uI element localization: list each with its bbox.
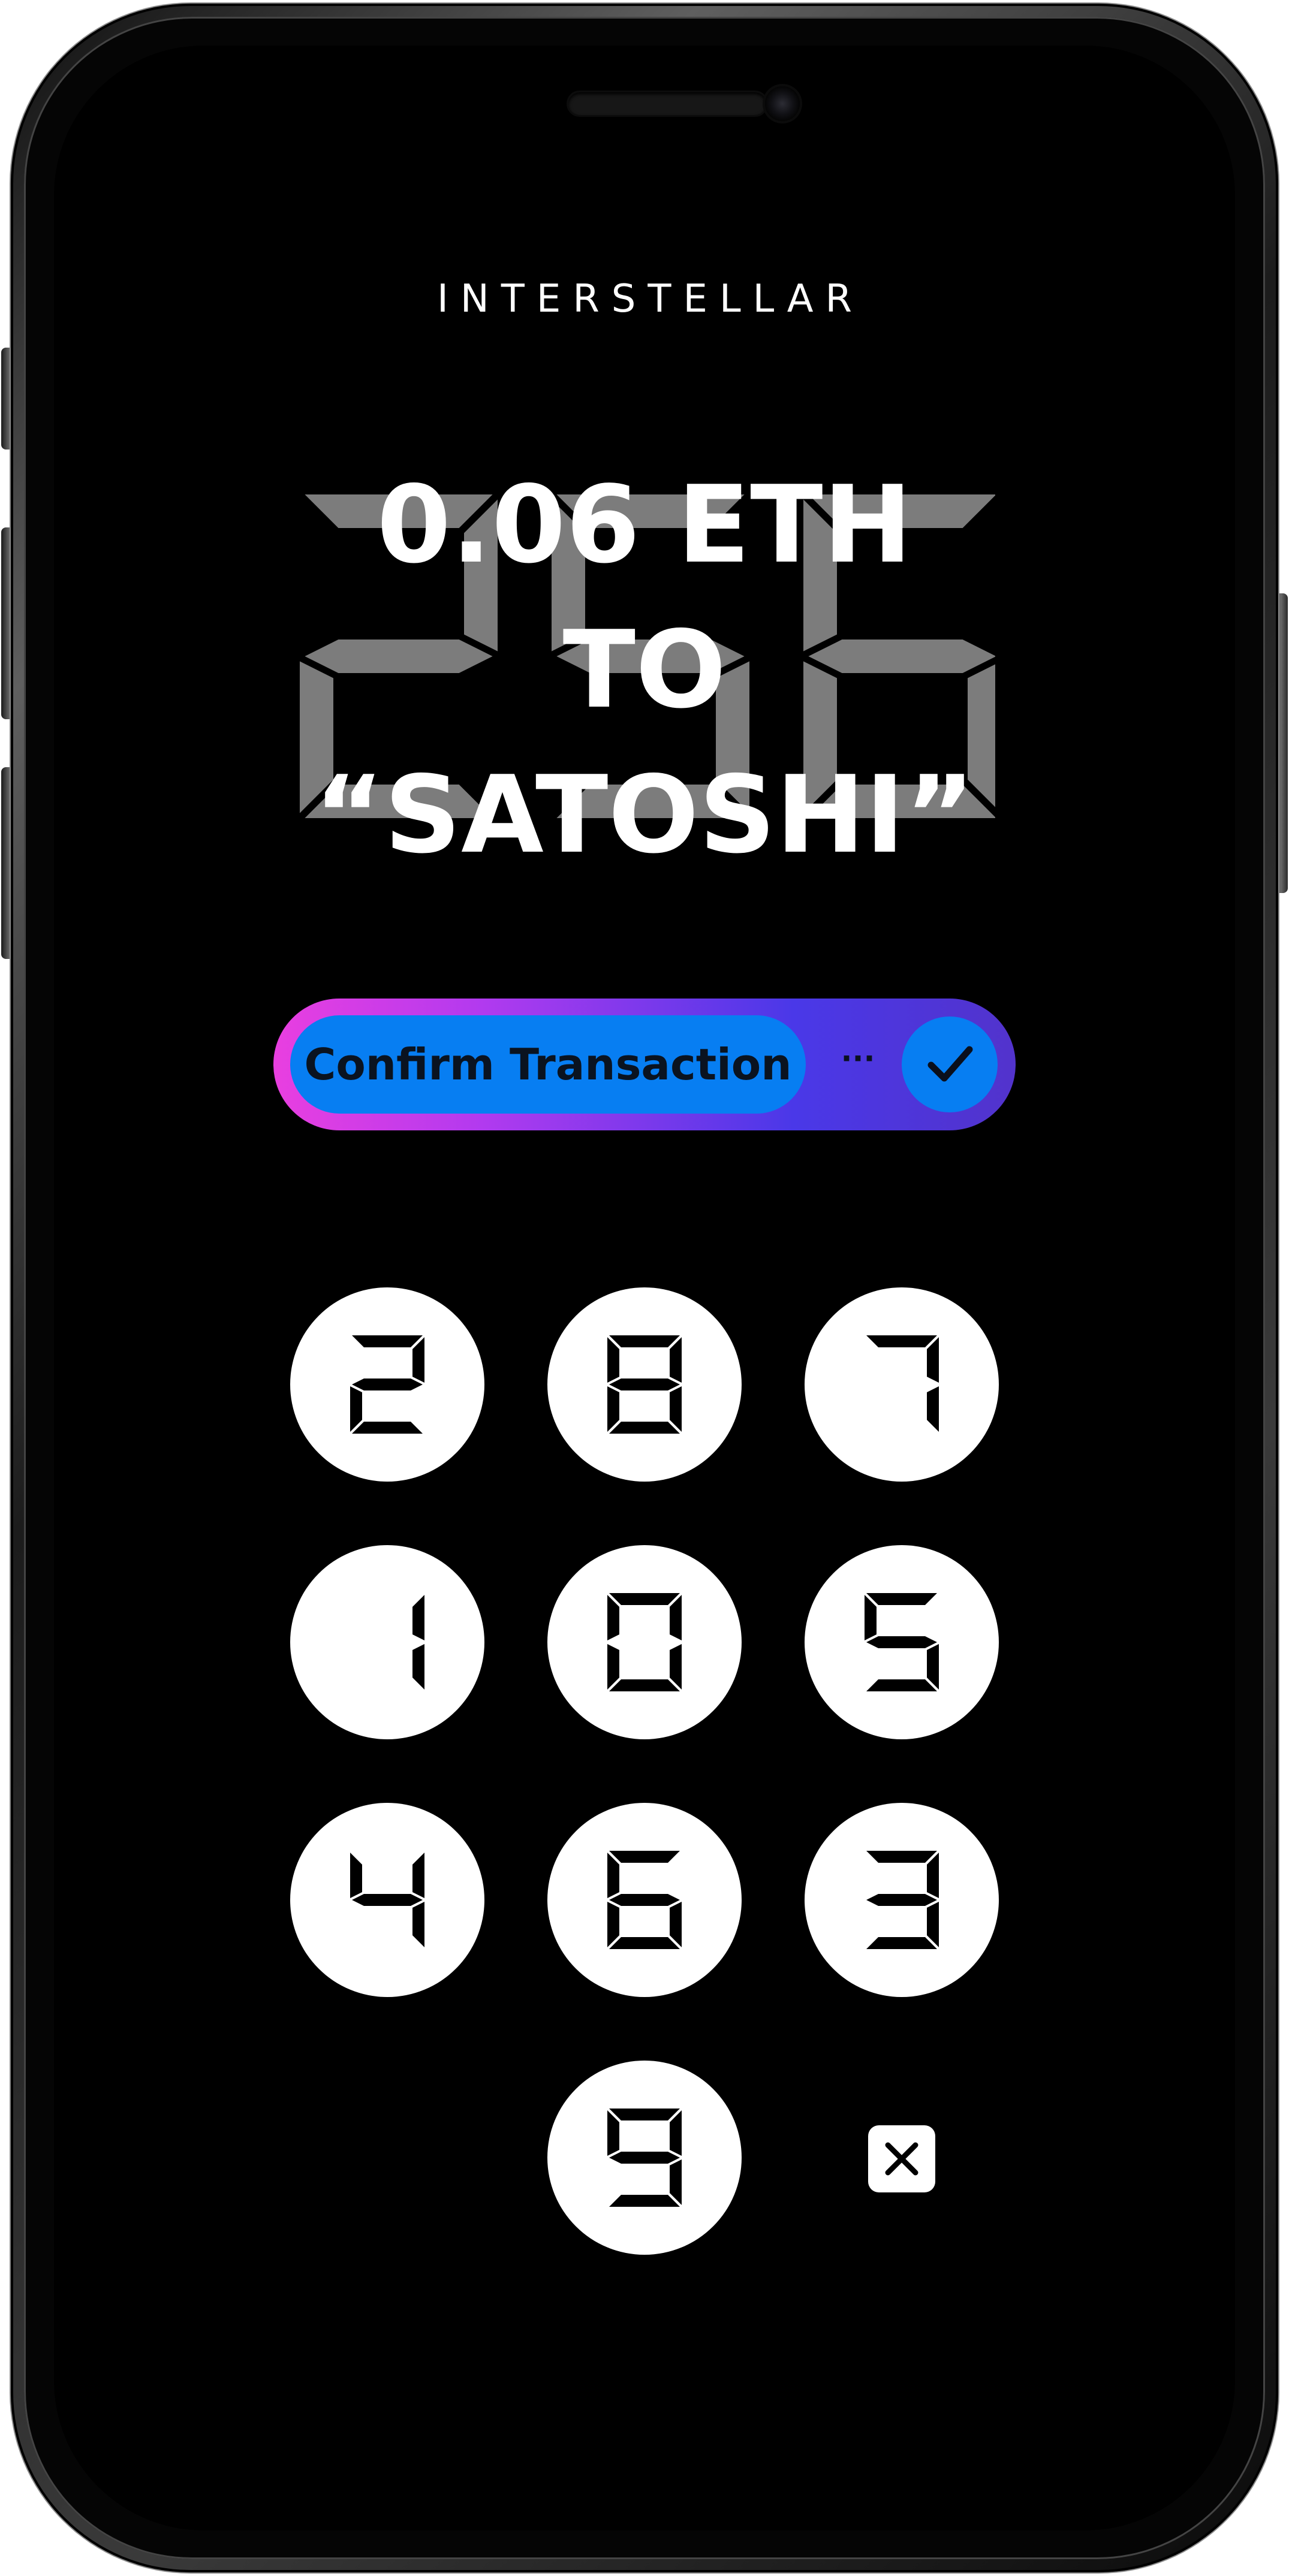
keypad-key-9[interactable]	[547, 2061, 742, 2255]
digit-segment-b	[412, 1337, 424, 1383]
digit-segment-e	[607, 1644, 619, 1690]
keypad-key-8[interactable]	[547, 1287, 742, 1482]
digit-segment-a	[866, 1335, 937, 1347]
keypad-key-1[interactable]	[290, 1545, 484, 1739]
keypad-digit-7	[866, 1335, 939, 1432]
digit-segment-c	[412, 1902, 424, 1947]
digit-segment-b	[927, 1337, 939, 1383]
confirm-check-button[interactable]	[902, 1016, 998, 1112]
digit-segment-a	[866, 1851, 937, 1863]
keypad-key-7[interactable]	[805, 1287, 999, 1482]
app-brand: INTERSTELLAR	[437, 277, 864, 321]
digit-segment-c	[927, 1902, 939, 1947]
digit-segment-b	[412, 1595, 424, 1640]
keypad-key-0[interactable]	[547, 1545, 742, 1739]
digit-segment-f	[607, 1853, 619, 1898]
transaction-recipient: “SATOSHI”	[314, 753, 975, 877]
digit-segment-c	[927, 1386, 939, 1432]
delete-x-icon	[885, 2142, 918, 2176]
digit-segment-b	[927, 1853, 939, 1898]
keypad-digit-5	[865, 1593, 939, 1691]
digit-segment-b	[670, 1337, 682, 1383]
keypad-key-4[interactable]	[290, 1803, 484, 1997]
keypad-digit-3	[866, 1851, 939, 1949]
digit-segment-f	[607, 2110, 619, 2156]
digit-segment-g	[352, 1379, 423, 1390]
keypad-digit-4	[350, 1853, 424, 1947]
digit-segment-g	[352, 1894, 423, 1906]
digit-segment-b	[412, 1853, 424, 1898]
keypad-digit-8	[607, 1335, 682, 1434]
digit-segment-d	[352, 1422, 423, 1434]
digit-segment-c	[927, 1644, 939, 1690]
keypad-digit-1	[412, 1595, 424, 1690]
keypad-key-5[interactable]	[805, 1545, 999, 1739]
digit-segment-f	[865, 1595, 877, 1640]
digit-segment-e	[350, 1386, 362, 1432]
digit-segment-d	[609, 1679, 680, 1691]
digit-segment-d	[609, 1422, 680, 1434]
digit-segment-c	[670, 2159, 682, 2205]
digit-segment-g	[866, 1636, 937, 1648]
digit-segment-e	[607, 1386, 619, 1432]
slider-dots: ···	[841, 1041, 875, 1076]
digit-segment-a	[609, 1593, 680, 1605]
keypad-digit-9	[607, 2109, 682, 2207]
digit-segment-f	[607, 1337, 619, 1383]
digit-segment-g	[609, 1379, 680, 1390]
digit-segment-b	[670, 2110, 682, 2156]
digit-segment-a	[609, 2109, 680, 2120]
transaction-to: TO	[562, 608, 727, 732]
digit-segment-d	[609, 1937, 680, 1949]
earpiece-speaker	[568, 92, 766, 115]
digit-segment-d	[609, 2195, 680, 2207]
digit-segment-a	[609, 1335, 680, 1347]
front-camera	[765, 86, 800, 121]
digit-segment-e	[607, 1902, 619, 1947]
digit-segment-g	[866, 1894, 937, 1906]
keypad-key-6[interactable]	[547, 1803, 742, 1997]
digit-segment-c	[412, 1644, 424, 1690]
checkmark-icon	[927, 1046, 973, 1082]
keypad-digit-0	[607, 1593, 682, 1691]
digit-segment-d	[866, 1937, 937, 1949]
digit-segment-a	[609, 1851, 680, 1863]
confirm-slider[interactable]: Confirm Transaction ···	[273, 999, 1016, 1130]
digit-segment-b	[670, 1595, 682, 1640]
digit-segment-c	[670, 1902, 682, 1947]
keypad-key-3[interactable]	[805, 1803, 999, 1997]
keypad-digit-2	[350, 1335, 424, 1434]
keypad-digit-6	[607, 1851, 682, 1949]
digit-segment-c	[670, 1386, 682, 1432]
confirm-transaction-button[interactable]: Confirm Transaction	[290, 1015, 806, 1114]
delete-button[interactable]	[868, 2125, 935, 2192]
digit-segment-a	[866, 1593, 937, 1605]
digit-segment-g	[609, 1894, 680, 1906]
digit-segment-a	[352, 1335, 423, 1347]
digit-segment-f	[350, 1853, 362, 1898]
transaction-summary: 0.06 ETH TO “SATOSHI”	[0, 453, 1289, 888]
digit-segment-f	[607, 1595, 619, 1640]
digit-segment-d	[866, 1679, 937, 1691]
transaction-amount: 0.06 ETH	[377, 463, 912, 587]
digit-segment-g	[609, 2152, 680, 2164]
digit-segment-c	[670, 1644, 682, 1690]
keypad-key-2[interactable]	[290, 1287, 484, 1482]
